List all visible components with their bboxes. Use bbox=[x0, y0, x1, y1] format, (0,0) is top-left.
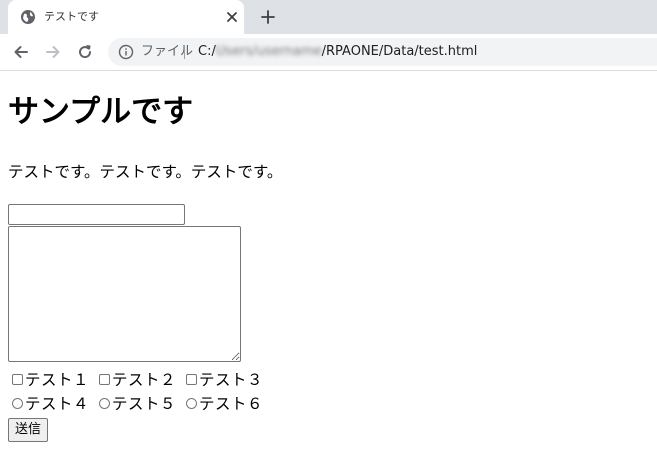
radio-option[interactable]: テスト４ bbox=[12, 393, 89, 415]
radio-3[interactable] bbox=[186, 398, 198, 409]
arrow-right-icon[interactable] bbox=[44, 43, 62, 61]
url-redacted: Users/username bbox=[215, 44, 322, 59]
reload-icon[interactable] bbox=[76, 43, 94, 61]
scheme-label: ファイル bbox=[141, 44, 194, 59]
radio-option[interactable]: テスト６ bbox=[186, 393, 263, 415]
browser-tab[interactable]: テストです bbox=[8, 0, 244, 34]
text-input[interactable] bbox=[8, 204, 185, 225]
page-content: サンプルです テストです。テストです。テストです。 テスト１ テスト２ テスト３ テ… bbox=[0, 71, 657, 457]
page-paragraph: テストです。テストです。テストです。 bbox=[8, 163, 283, 181]
radio-label: テスト６ bbox=[199, 395, 264, 413]
tab-title: テストです bbox=[44, 10, 99, 23]
close-icon[interactable] bbox=[224, 9, 240, 25]
page-heading: サンプルです bbox=[8, 94, 194, 130]
url-text[interactable]: C:/Users/username/RPAONE/Data/test.html bbox=[198, 44, 477, 60]
radio-label: テスト４ bbox=[25, 395, 90, 413]
checkbox-option[interactable]: テスト２ bbox=[99, 369, 176, 391]
browser-toolbar: ファイル C:/Users/username/RPAONE/Data/test.… bbox=[0, 34, 657, 71]
radio-label: テスト５ bbox=[112, 395, 177, 413]
radio-group: テスト４ テスト５ テスト６ bbox=[12, 393, 273, 415]
checkbox-option[interactable]: テスト３ bbox=[186, 369, 263, 391]
url-prefix: C:/ bbox=[198, 44, 216, 59]
arrow-left-icon[interactable] bbox=[12, 43, 30, 61]
checkbox-label: テスト１ bbox=[25, 371, 90, 389]
submit-button[interactable]: 送信 bbox=[8, 418, 49, 442]
radio-1[interactable] bbox=[12, 398, 23, 409]
checkbox-option[interactable]: テスト１ bbox=[12, 369, 89, 391]
globe-icon bbox=[21, 10, 35, 24]
address-bar[interactable]: ファイル C:/Users/username/RPAONE/Data/test.… bbox=[108, 38, 657, 66]
info-icon[interactable] bbox=[118, 44, 134, 60]
checkbox-group: テスト１ テスト２ テスト３ bbox=[12, 369, 273, 391]
plus-icon[interactable] bbox=[260, 9, 276, 25]
checkbox-label: テスト２ bbox=[112, 371, 177, 389]
address-separator bbox=[184, 45, 185, 59]
radio-2[interactable] bbox=[99, 398, 111, 409]
textarea-field[interactable] bbox=[8, 226, 241, 362]
url-suffix: /RPAONE/Data/test.html bbox=[321, 44, 478, 59]
checkbox-3[interactable] bbox=[186, 374, 198, 385]
checkbox-label: テスト３ bbox=[199, 371, 264, 389]
tab-strip: テストです bbox=[0, 0, 657, 34]
radio-option[interactable]: テスト５ bbox=[99, 393, 176, 415]
checkbox-2[interactable] bbox=[99, 374, 111, 385]
checkbox-1[interactable] bbox=[12, 374, 23, 385]
